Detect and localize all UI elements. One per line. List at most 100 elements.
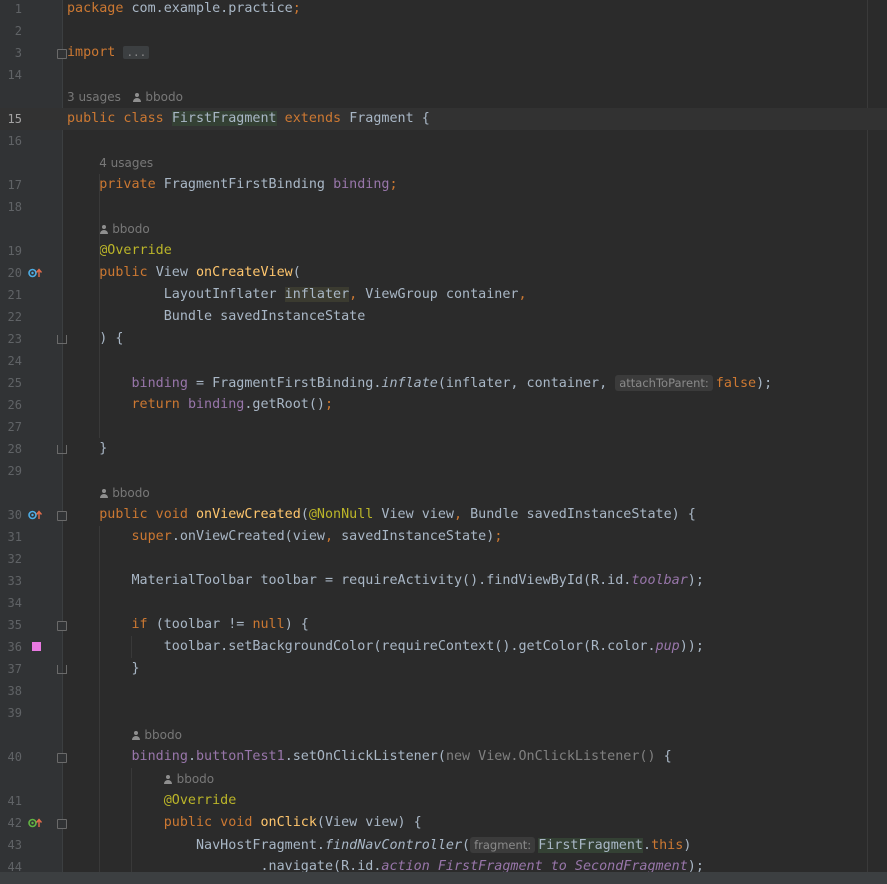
code-line[interactable]: 16 [0,130,887,152]
line-number: 19 [7,244,22,258]
horizontal-scrollbar[interactable] [0,872,887,884]
code-text[interactable]: public View onCreateView( [67,262,301,284]
folded-imports[interactable]: ... [123,46,150,59]
author-hint[interactable]: bbodo [145,90,183,104]
code-text[interactable]: toolbar.setBackgroundColor(requireContex… [67,636,704,658]
override-method-icon[interactable] [28,510,44,523]
line-number: 27 [7,420,22,434]
author-hint[interactable]: bbodo [177,772,215,786]
code-vision-hint[interactable]: 4 usages [99,152,153,174]
code-text[interactable]: @Override [67,790,237,812]
fold-marker[interactable] [57,819,67,829]
code-line[interactable]: 14 [0,64,887,86]
code-line[interactable]: 36 toolbar.setBackgroundColor(requireCon… [0,636,887,658]
line-number: 18 [7,200,22,214]
code-line[interactable]: 42 public void onClick(View view) { [0,812,887,834]
code-line[interactable]: 32 [0,548,887,570]
code-line[interactable]: 22 Bundle savedInstanceState [0,306,887,328]
code-text[interactable]: package com.example.practice; [67,0,301,20]
author-hint[interactable]: bbodo [112,486,150,500]
override-method-icon[interactable] [28,268,44,281]
line-number: 16 [7,134,22,148]
code-text[interactable]: LayoutInflater inflater, ViewGroup conta… [67,284,527,306]
code-text[interactable]: .navigate(R.id.action_FirstFragment_to_S… [67,856,703,872]
fold-marker[interactable] [57,49,67,59]
code-text[interactable]: ) { [67,328,123,350]
code-line[interactable]: 44 .navigate(R.id.action_FirstFragment_t… [0,856,887,872]
code-text[interactable]: } [67,438,107,460]
code-line[interactable]: 27 [0,416,887,438]
code-line[interactable]: 25 binding = FragmentFirstBinding.inflat… [0,372,887,394]
code-line[interactable]: 3 import ... [0,42,887,64]
code-line[interactable]: 41 @Override [0,790,887,812]
inlay-hint-row[interactable]: bbodo [0,218,887,240]
code-text[interactable]: import ... [67,42,150,64]
code-line[interactable]: 15 public class FirstFragment extends Fra… [0,108,887,130]
fold-marker[interactable] [57,753,67,763]
code-vision-hint[interactable]: bbodo [131,724,182,746]
code-text[interactable]: } [67,658,139,680]
code-line[interactable]: 39 [0,702,887,724]
code-line[interactable]: 17 private FragmentFirstBinding binding; [0,174,887,196]
fold-marker[interactable] [57,511,67,521]
fold-marker[interactable] [57,621,67,631]
code-vision-hint[interactable]: bbodo [99,482,150,504]
code-text[interactable]: binding = FragmentFirstBinding.inflate(i… [67,372,772,394]
color-swatch-icon[interactable] [32,642,41,651]
code-text[interactable]: binding.buttonTest1.setOnClickListener(n… [67,746,672,768]
code-line[interactable]: 20 public View onCreateView( [0,262,887,284]
code-text[interactable]: public void onViewCreated(@NonNull View … [67,504,696,526]
inlay-hint-row[interactable]: 3 usages bbodo [0,86,887,108]
code-line[interactable]: 38 [0,680,887,702]
code-text[interactable]: return binding.getRoot(); [67,394,333,416]
code-line[interactable]: 21 LayoutInflater inflater, ViewGroup co… [0,284,887,306]
fold-marker[interactable] [57,665,67,674]
fold-marker[interactable] [57,445,67,454]
code-line[interactable]: 33 MaterialToolbar toolbar = requireActi… [0,570,887,592]
code-line[interactable]: 18 [0,196,887,218]
code-text[interactable]: public void onClick(View view) { [67,812,422,834]
line-number: 2 [14,24,22,38]
code-text[interactable]: @Override [67,240,172,262]
code-line[interactable]: 1 package com.example.practice; [0,0,887,20]
inlay-hint-row[interactable]: 4 usages [0,152,887,174]
code-line[interactable]: 29 [0,460,887,482]
indent-guide [99,174,100,438]
code-line[interactable]: 19 @Override [0,240,887,262]
code-text[interactable]: private FragmentFirstBinding binding; [67,174,397,196]
fold-marker[interactable] [57,335,67,344]
implements-method-icon[interactable] [28,818,44,831]
code-line[interactable]: 40 binding.buttonTest1.setOnClickListene… [0,746,887,768]
code-text[interactable]: NavHostFragment.findNavController(fragme… [67,834,691,856]
code-vision-hint[interactable]: 3 usages bbodo [67,86,183,108]
code-line[interactable]: 23 ) { [0,328,887,350]
code-vision-hint[interactable]: bbodo [99,218,150,240]
code-editor[interactable]: 1 package com.example.practice; 2 3 import .… [0,0,887,872]
inlay-hint-row[interactable]: bbodo [0,724,887,746]
code-line[interactable]: 37 } [0,658,887,680]
usages-hint[interactable]: 4 usages [99,156,153,170]
code-text[interactable]: MaterialToolbar toolbar = requireActivit… [67,570,703,592]
code-line[interactable]: 31 super.onViewCreated(view, savedInstan… [0,526,887,548]
code-text[interactable]: public class FirstFragment extends Fragm… [67,108,430,130]
code-text[interactable]: super.onViewCreated(view, savedInstanceS… [67,526,502,548]
code-line[interactable]: 28 } [0,438,887,460]
code-line[interactable]: 43 NavHostFragment.findNavController(fra… [0,834,887,856]
line-number: 33 [7,574,22,588]
code-line[interactable]: 30 public void onViewCreated(@NonNull Vi… [0,504,887,526]
code-line[interactable]: 34 [0,592,887,614]
author-hint[interactable]: bbodo [112,222,150,236]
usages-hint[interactable]: 3 usages [67,90,121,104]
code-line[interactable]: 2 [0,20,887,42]
inlay-hint-row[interactable]: bbodo [0,482,887,504]
code-line[interactable]: 26 return binding.getRoot(); [0,394,887,416]
inlay-hint-row[interactable]: bbodo [0,768,887,790]
code-text[interactable]: Bundle savedInstanceState [67,306,366,328]
author-hint[interactable]: bbodo [144,728,182,742]
author-icon [99,225,108,234]
code-line[interactable]: 35 if (toolbar != null) { [0,614,887,636]
code-text[interactable]: if (toolbar != null) { [67,614,308,636]
code-vision-hint[interactable]: bbodo [164,768,215,790]
line-number: 15 [7,112,22,126]
code-line[interactable]: 24 [0,350,887,372]
